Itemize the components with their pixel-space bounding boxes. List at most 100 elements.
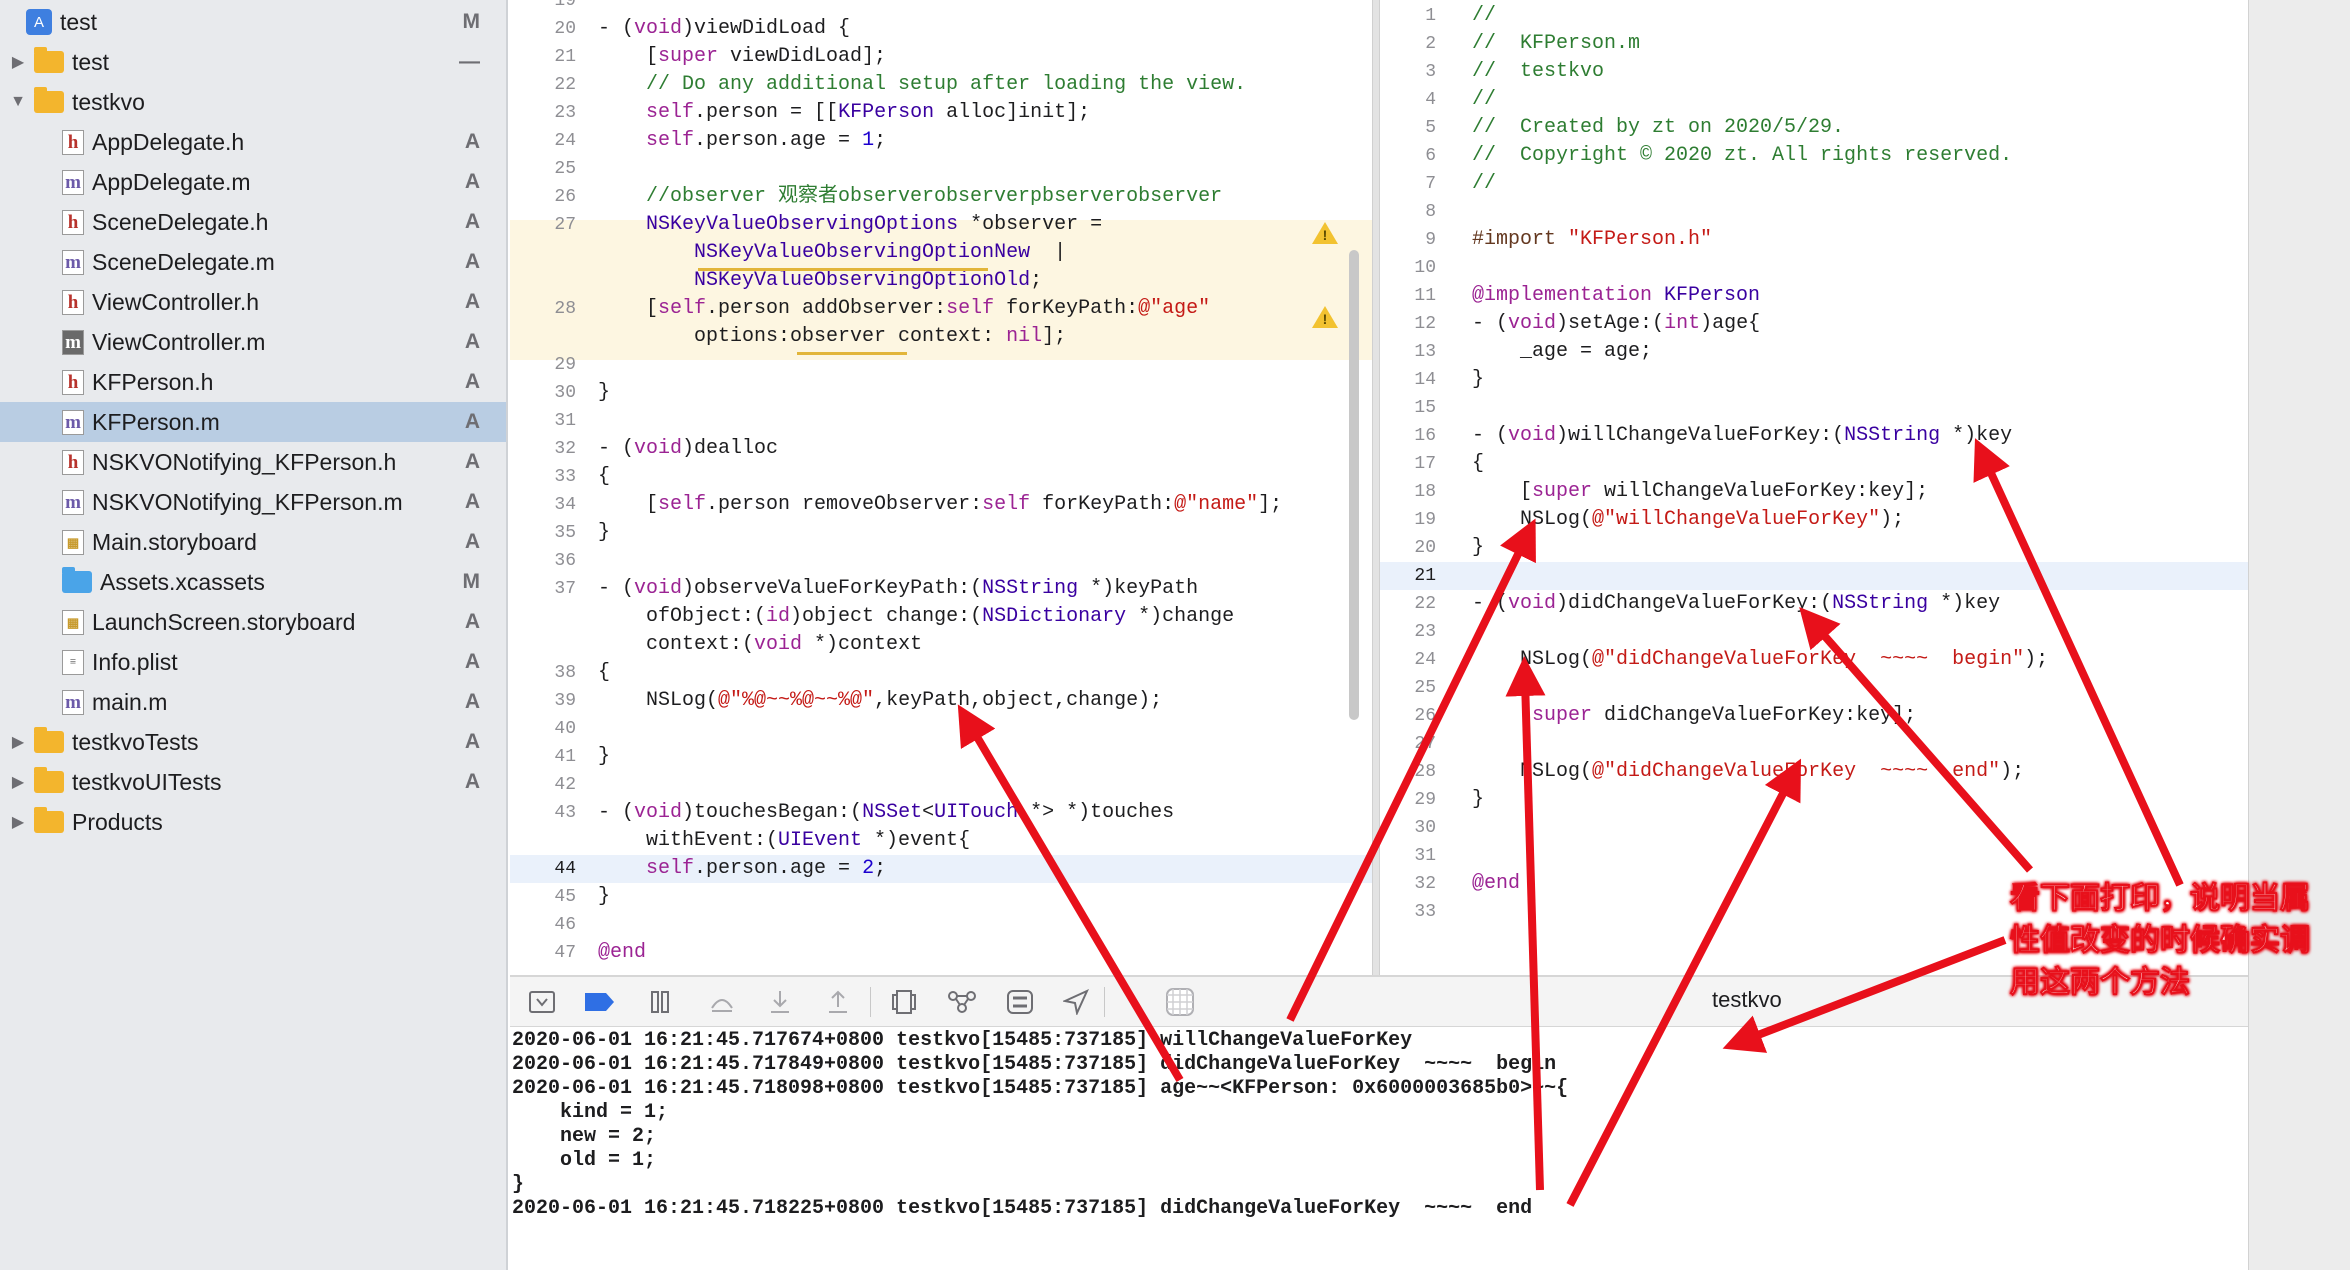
code-line[interactable]: 4 // bbox=[1380, 86, 2248, 114]
line-number[interactable]: 41 bbox=[510, 743, 576, 771]
code-text[interactable]: context:(void *)context bbox=[598, 631, 922, 659]
code-line[interactable]: 14} bbox=[1380, 366, 2248, 394]
navigator-item[interactable]: ▶ Products bbox=[0, 802, 506, 842]
code-line[interactable]: 37 - (void)observeValueForKeyPath:(NSStri… bbox=[510, 575, 1372, 603]
code-line[interactable]: 19 NSLog(@"willChangeValueForKey"); bbox=[1380, 506, 2248, 534]
navigator-item[interactable]: h AppDelegate.h A bbox=[0, 122, 506, 162]
code-line[interactable]: 27 NSKeyValueObservingOptions *observer … bbox=[510, 211, 1372, 239]
code-line[interactable]: 22 // Do any additional setup after load… bbox=[510, 71, 1372, 99]
code-text[interactable]: NSLog(@"didChangeValueForKey ~~~~ begin"… bbox=[1472, 646, 2048, 674]
disclosure-open-icon[interactable]: ▼ bbox=[10, 93, 26, 111]
hide-debug-area-icon[interactable] bbox=[526, 987, 558, 1017]
line-number[interactable]: 4 bbox=[1380, 86, 1436, 114]
code-line[interactable]: 26 [super didChangeValueForKey:key]; bbox=[1380, 702, 2248, 730]
line-number[interactable]: 33 bbox=[510, 463, 576, 491]
code-line[interactable]: 15 bbox=[1380, 394, 2248, 422]
code-line[interactable]: options:observer context: nil]; bbox=[510, 323, 1372, 351]
line-number[interactable]: 26 bbox=[1380, 702, 1436, 730]
disclosure-closed-icon[interactable]: ▶ bbox=[10, 772, 26, 792]
navigator-item[interactable]: ▶ testkvoTests A bbox=[0, 722, 506, 762]
code-line[interactable]: 19 bbox=[510, 0, 1372, 15]
code-line[interactable]: 24 self.person.age = 1; bbox=[510, 127, 1372, 155]
line-number[interactable]: 32 bbox=[510, 435, 576, 463]
debug-console[interactable]: 2020-06-01 16:21:45.717674+0800 testkvo[… bbox=[510, 1027, 2248, 1270]
line-number[interactable]: 11 bbox=[1380, 282, 1436, 310]
step-into-icon[interactable] bbox=[764, 987, 796, 1017]
code-line[interactable]: 2 // KFPerson.m bbox=[1380, 30, 2248, 58]
line-number[interactable]: 16 bbox=[1380, 422, 1436, 450]
view-debugger-icon[interactable] bbox=[888, 987, 920, 1017]
breakpoints-toggle-icon[interactable] bbox=[584, 987, 616, 1017]
code-line[interactable]: 29 bbox=[510, 351, 1372, 379]
code-text[interactable]: NSKeyValueObservingOptionNew | bbox=[598, 239, 1066, 267]
line-number[interactable]: 19 bbox=[1380, 506, 1436, 534]
line-number[interactable]: 28 bbox=[1380, 758, 1436, 786]
line-number[interactable]: 27 bbox=[510, 211, 576, 239]
code-text[interactable]: { bbox=[598, 463, 610, 491]
code-line[interactable]: 26 //observer 观察者observerobserverpbserve… bbox=[510, 183, 1372, 211]
code-text[interactable]: } bbox=[598, 743, 610, 771]
code-line[interactable]: 16 - (void)willChangeValueForKey:(NSStrin… bbox=[1380, 422, 2248, 450]
line-number[interactable]: 40 bbox=[510, 715, 576, 743]
line-number[interactable]: 30 bbox=[510, 379, 576, 407]
line-number[interactable]: 19 bbox=[510, 0, 576, 15]
target-name[interactable]: testkvo bbox=[1712, 987, 1782, 1013]
code-text[interactable]: - (void)touchesBegan:(NSSet<UITouch *> *… bbox=[598, 799, 1174, 827]
code-line[interactable]: 3 // testkvo bbox=[1380, 58, 2248, 86]
code-line[interactable]: 25 bbox=[1380, 674, 2248, 702]
code-text[interactable]: // KFPerson.m bbox=[1472, 30, 1640, 58]
line-number[interactable]: 42 bbox=[510, 771, 576, 799]
code-line[interactable]: 40 bbox=[510, 715, 1372, 743]
code-text[interactable]: - (void)didChangeValueForKey:(NSString *… bbox=[1472, 590, 2000, 618]
code-text[interactable]: ofObject:(id)object change:(NSDictionary… bbox=[598, 603, 1234, 631]
code-line[interactable]: 33 { bbox=[510, 463, 1372, 491]
code-text[interactable]: @implementation KFPerson bbox=[1472, 282, 1760, 310]
code-text[interactable]: // Created by zt on 2020/5/29. bbox=[1472, 114, 1844, 142]
code-line[interactable]: 44 self.person.age = 2; bbox=[510, 855, 1372, 883]
navigator-item[interactable]: h ViewController.h A bbox=[0, 282, 506, 322]
navigator-item[interactable]: Atest M bbox=[0, 2, 506, 42]
line-number[interactable]: 5 bbox=[1380, 114, 1436, 142]
code-text[interactable]: // Copyright © 2020 zt. All rights reser… bbox=[1472, 142, 2012, 170]
code-text[interactable]: } bbox=[1472, 786, 1484, 814]
editor-split-divider[interactable] bbox=[1372, 0, 1380, 975]
code-line[interactable]: 25 bbox=[510, 155, 1372, 183]
code-line[interactable]: 30} bbox=[510, 379, 1372, 407]
line-number[interactable]: 37 bbox=[510, 575, 576, 603]
code-line[interactable]: 29} bbox=[1380, 786, 2248, 814]
line-number[interactable]: 20 bbox=[510, 15, 576, 43]
code-line[interactable]: 31 bbox=[1380, 842, 2248, 870]
code-text[interactable]: { bbox=[598, 659, 610, 687]
code-line[interactable]: 1 // bbox=[1380, 2, 2248, 30]
navigator-item[interactable]: ▦ LaunchScreen.storyboard A bbox=[0, 602, 506, 642]
code-text[interactable]: //observer 观察者observerobserverpbserverob… bbox=[598, 183, 1222, 211]
navigator-item[interactable]: ≡ Info.plist A bbox=[0, 642, 506, 682]
line-number[interactable]: 13 bbox=[1380, 338, 1436, 366]
code-text[interactable]: options:observer context: nil]; bbox=[598, 323, 1066, 351]
code-line[interactable]: 18 [super willChangeValueForKey:key]; bbox=[1380, 478, 2248, 506]
line-number[interactable]: 34 bbox=[510, 491, 576, 519]
line-number[interactable]: 6 bbox=[1380, 142, 1436, 170]
code-text[interactable]: self.person = [[KFPerson alloc]init]; bbox=[598, 99, 1090, 127]
code-line[interactable]: 46 bbox=[510, 911, 1372, 939]
code-text[interactable]: } bbox=[1472, 366, 1484, 394]
line-number[interactable]: 44 bbox=[510, 855, 576, 883]
code-line[interactable]: 47 @end bbox=[510, 939, 1372, 967]
code-line[interactable]: 41} bbox=[510, 743, 1372, 771]
code-text[interactable]: } bbox=[1472, 534, 1484, 562]
code-text[interactable]: NSLog(@"%@~~%@~~%@",keyPath,object,chang… bbox=[598, 687, 1162, 715]
navigator-item[interactable]: Assets.xcassets M bbox=[0, 562, 506, 602]
code-text[interactable]: @end bbox=[598, 939, 646, 967]
line-number[interactable]: 31 bbox=[510, 407, 576, 435]
line-number[interactable]: 45 bbox=[510, 883, 576, 911]
code-text[interactable]: // bbox=[1472, 86, 1496, 114]
code-line[interactable]: 45} bbox=[510, 883, 1372, 911]
line-number[interactable]: 21 bbox=[510, 43, 576, 71]
line-number[interactable]: 38 bbox=[510, 659, 576, 687]
navigator-item[interactable]: m main.m A bbox=[0, 682, 506, 722]
code-line[interactable]: 27 bbox=[1380, 730, 2248, 758]
line-number[interactable]: 30 bbox=[1380, 814, 1436, 842]
environment-overrides-icon[interactable] bbox=[1004, 987, 1036, 1017]
code-text[interactable]: withEvent:(UIEvent *)event{ bbox=[598, 827, 970, 855]
line-number[interactable]: 23 bbox=[510, 99, 576, 127]
